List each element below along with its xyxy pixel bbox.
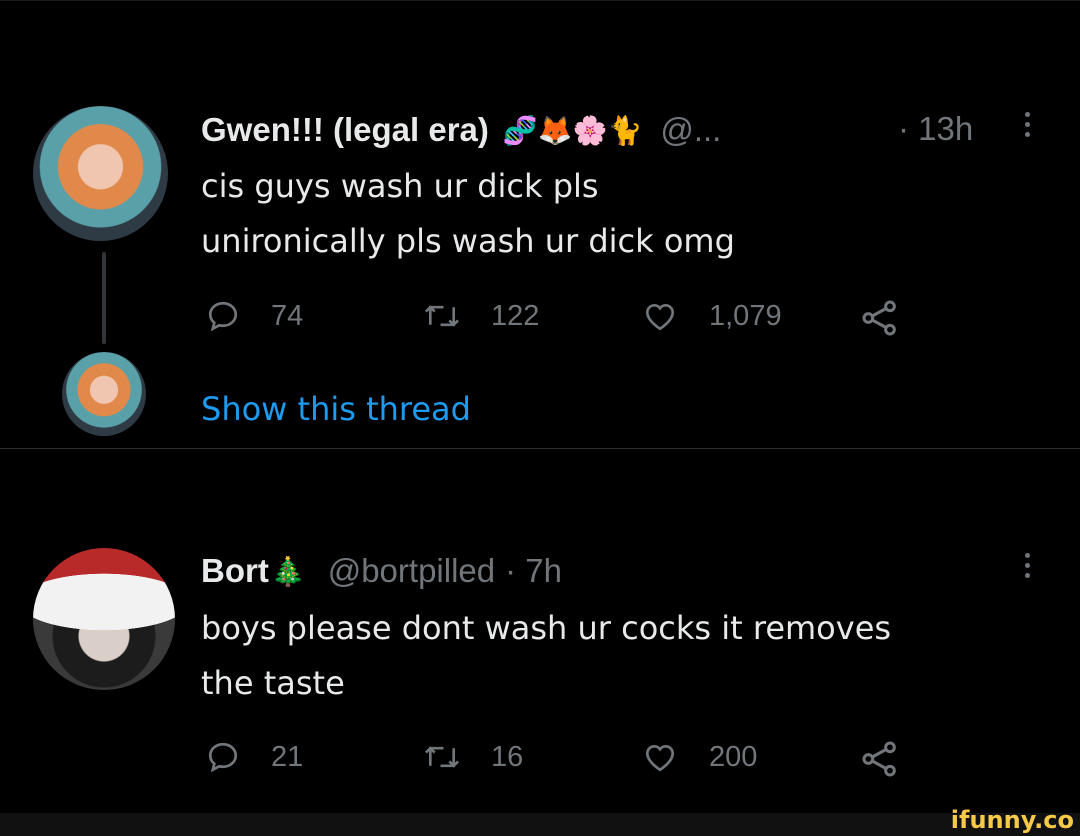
tweet-gwen[interactable]: Gwen!!! (legal era) 🧬🦊🌸🐈 @... · 13h cis … xyxy=(0,0,1080,448)
tweet-line: unironically pls wash ur dick omg xyxy=(201,222,735,260)
thread-connector-line xyxy=(102,252,106,344)
footer-bar xyxy=(0,813,1080,836)
avatar-gwen-small[interactable] xyxy=(62,352,146,436)
name-emojis: 🧬🦊🌸🐈 xyxy=(502,113,643,147)
tweet-header: Bort 🎄 @bortpilled · 7h xyxy=(201,549,562,593)
reply-count: 74 xyxy=(271,299,304,332)
avatar-bort[interactable] xyxy=(33,548,175,690)
reply-button[interactable]: 21 xyxy=(205,739,303,775)
retweet-icon xyxy=(424,746,460,768)
retweet-button[interactable]: 122 xyxy=(423,298,539,334)
tweet-line: boys please dont wash ur cocks it remove… xyxy=(201,609,892,647)
like-count: 1,079 xyxy=(709,299,782,332)
share-button[interactable] xyxy=(860,298,900,338)
retweet-button[interactable]: 16 xyxy=(423,739,523,775)
show-thread-link[interactable]: Show this thread xyxy=(201,390,471,428)
tweet-bort[interactable]: Bort 🎄 @bortpilled · 7h boys please dont… xyxy=(0,449,1080,813)
like-button[interactable]: 200 xyxy=(641,739,757,775)
like-icon xyxy=(645,303,675,331)
reply-icon xyxy=(208,742,238,773)
tweet-line: cis guys wash ur dick pls xyxy=(201,167,599,205)
display-name[interactable]: Gwen!!! (legal era) xyxy=(201,111,489,149)
name-emoji: 🎄 xyxy=(270,554,306,588)
like-icon xyxy=(645,744,675,772)
more-icon[interactable] xyxy=(1022,112,1032,142)
reply-icon xyxy=(208,301,238,332)
tweet-text: boys please dont wash ur cocks it remove… xyxy=(201,601,891,711)
like-count: 200 xyxy=(709,740,758,773)
share-icon xyxy=(862,300,896,336)
ifunny-watermark: ifunny.co xyxy=(950,806,1074,834)
reply-count: 21 xyxy=(271,740,304,773)
reply-button[interactable]: 74 xyxy=(205,298,303,334)
tweet-header: Gwen!!! (legal era) 🧬🦊🌸🐈 @... xyxy=(201,108,721,152)
handle[interactable]: @... xyxy=(660,111,721,149)
timestamp[interactable]: · 7h xyxy=(505,552,562,590)
share-icon xyxy=(862,741,896,777)
tweet-line: the taste xyxy=(201,664,345,702)
avatar-gwen[interactable] xyxy=(33,106,168,241)
handle[interactable]: @bortpilled xyxy=(328,552,495,590)
timestamp[interactable]: · 13h xyxy=(898,110,973,148)
display-name[interactable]: Bort xyxy=(201,552,269,590)
retweet-icon xyxy=(424,305,460,327)
like-button[interactable]: 1,079 xyxy=(641,298,782,334)
retweet-count: 16 xyxy=(491,740,524,773)
share-button[interactable] xyxy=(860,739,900,779)
more-icon[interactable] xyxy=(1022,553,1032,583)
retweet-count: 122 xyxy=(491,299,540,332)
tweet-text: cis guys wash ur dick pls unironically p… xyxy=(201,159,735,269)
